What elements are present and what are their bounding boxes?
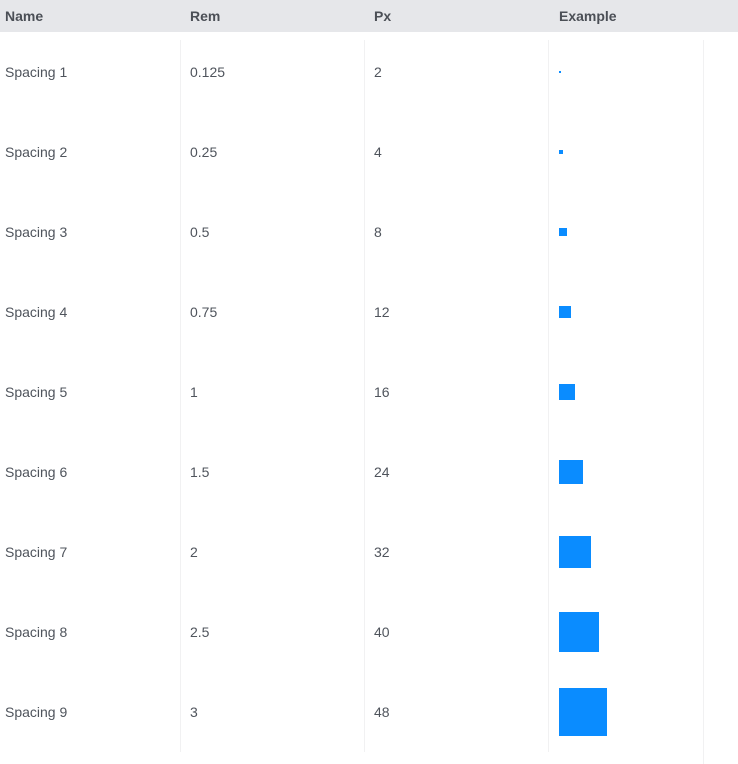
spacing-swatch (559, 688, 607, 736)
table-row: Spacing 1 0.125 2 (0, 32, 738, 112)
column-divider (703, 40, 704, 764)
cell-name: Spacing 5 (5, 384, 68, 400)
cell-rem: 1.5 (190, 464, 210, 480)
cell-rem: 1 (190, 384, 198, 400)
cell-px: 12 (374, 304, 390, 320)
cell-px: 16 (374, 384, 390, 400)
column-header-px: Px (374, 8, 392, 24)
cell-rem: 3 (190, 704, 198, 720)
column-divider (548, 40, 549, 752)
spacing-swatch (559, 384, 575, 400)
table-header: Name Rem Px Example (0, 0, 738, 32)
cell-name: Spacing 3 (5, 224, 68, 240)
spacing-table: Name Rem Px Example Spacing 1 0.125 2 Sp… (0, 0, 738, 764)
cell-name: Spacing 7 (5, 544, 68, 560)
cell-name: Spacing 2 (5, 144, 68, 160)
spacing-swatch (559, 460, 583, 484)
cell-px: 8 (374, 224, 382, 240)
table-row: Spacing 8 2.5 40 (0, 592, 738, 672)
column-divider (180, 40, 181, 752)
table-row: Spacing 3 0.5 8 (0, 192, 738, 272)
cell-rem: 0.5 (190, 224, 210, 240)
cell-name: Spacing 9 (5, 704, 68, 720)
table-row: Spacing 7 2 32 (0, 512, 738, 592)
cell-name: Spacing 1 (5, 64, 68, 80)
table-row: Spacing 9 3 48 (0, 672, 738, 752)
cell-name: Spacing 4 (5, 304, 68, 320)
table-row: Spacing 6 1.5 24 (0, 432, 738, 512)
spacing-swatch (559, 306, 571, 318)
cell-rem: 2.5 (190, 624, 210, 640)
cell-px: 48 (374, 704, 390, 720)
spacing-swatch (559, 228, 567, 236)
cell-px: 2 (374, 64, 382, 80)
column-header-example: Example (559, 8, 617, 24)
spacing-swatch (559, 150, 563, 154)
table-row: Spacing 5 1 16 (0, 352, 738, 432)
cell-rem: 0.25 (190, 144, 218, 160)
cell-rem: 0.125 (190, 64, 226, 80)
cell-name: Spacing 6 (5, 464, 68, 480)
table-row: Spacing 4 0.75 12 (0, 272, 738, 352)
cell-name: Spacing 8 (5, 624, 68, 640)
cell-px: 24 (374, 464, 390, 480)
cell-px: 40 (374, 624, 390, 640)
column-header-rem: Rem (190, 8, 221, 24)
cell-rem: 2 (190, 544, 198, 560)
spacing-swatch (559, 612, 599, 652)
cell-px: 32 (374, 544, 390, 560)
table-row: Spacing 2 0.25 4 (0, 112, 738, 192)
cell-rem: 0.75 (190, 304, 218, 320)
column-divider (364, 40, 365, 752)
column-header-name: Name (5, 8, 44, 24)
cell-px: 4 (374, 144, 382, 160)
spacing-swatch (559, 536, 591, 568)
spacing-swatch (559, 71, 561, 73)
